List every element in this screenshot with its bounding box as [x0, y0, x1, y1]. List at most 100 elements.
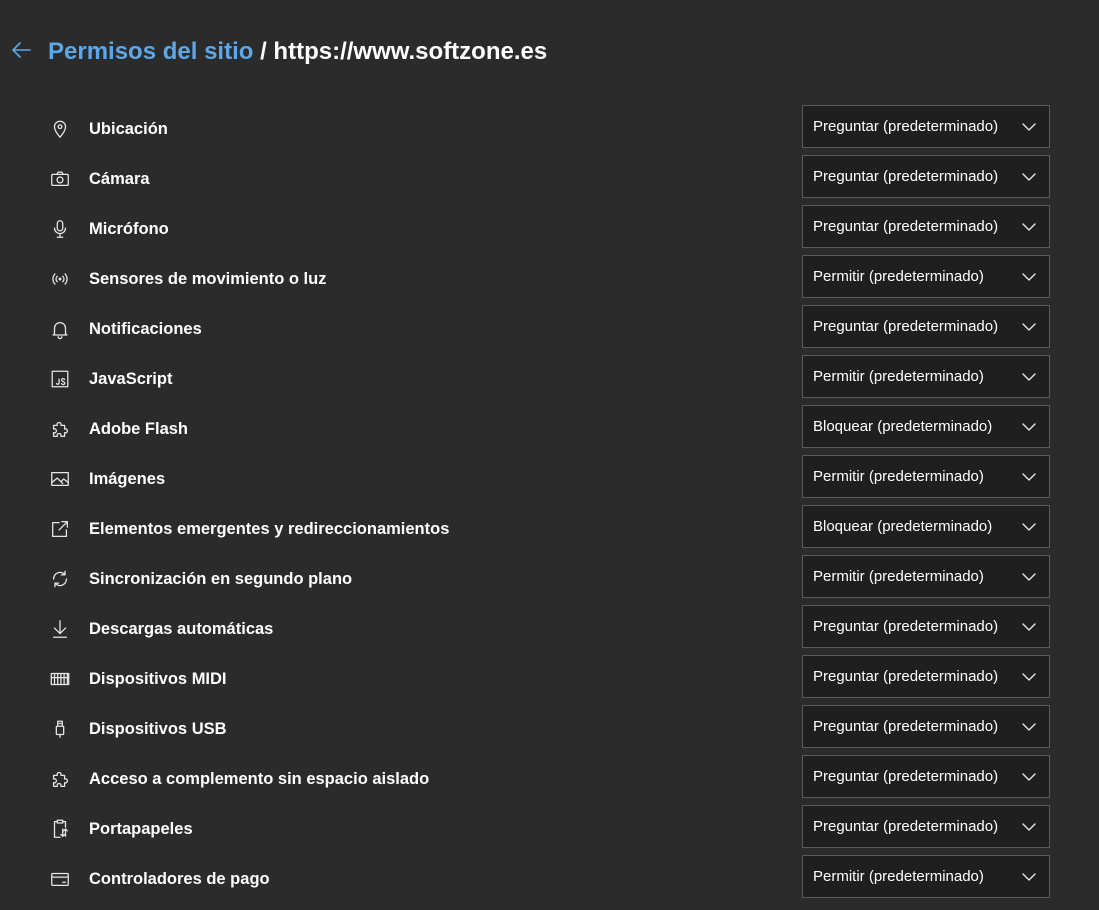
chevron-down-icon [1021, 170, 1037, 184]
permission-dropdown[interactable]: Bloquear (predeterminado) [802, 405, 1050, 448]
chevron-down-icon [1021, 470, 1037, 484]
chevron-down-icon [1021, 270, 1037, 284]
chevron-down-icon [1021, 770, 1037, 784]
permission-dropdown-value: Preguntar (predeterminado) [813, 818, 999, 835]
permission-label: Sensores de movimiento o luz [89, 269, 327, 288]
permission-label: Micrófono [89, 219, 169, 238]
permission-dropdown-value: Permitir (predeterminado) [813, 468, 984, 485]
permission-dropdown[interactable]: Preguntar (predeterminado) [802, 605, 1050, 648]
permission-dropdown-value: Permitir (predeterminado) [813, 568, 984, 585]
permission-row: Imágenes Permitir (predeterminado) [48, 454, 1050, 504]
permission-row: Ubicación Preguntar (predeterminado) [48, 104, 1050, 154]
download-icon [48, 617, 72, 641]
page-title: Permisos del sitio / https://www.softzon… [48, 38, 547, 66]
page-header: Permisos del sitio / https://www.softzon… [8, 34, 547, 70]
camera-icon [48, 167, 72, 191]
permission-dropdown[interactable]: Permitir (predeterminado) [802, 355, 1050, 398]
chevron-down-icon [1021, 670, 1037, 684]
back-button[interactable] [8, 39, 34, 65]
permission-dropdown-value: Preguntar (predeterminado) [813, 118, 999, 135]
permission-label: Acceso a complemento sin espacio aislado [89, 769, 430, 788]
chevron-down-icon [1021, 820, 1037, 834]
permission-row: Adobe Flash Bloquear (predeterminado) [48, 404, 1050, 454]
permission-row: Notificaciones Preguntar (predeterminado) [48, 304, 1050, 354]
arrow-left-icon [9, 38, 33, 67]
permission-dropdown[interactable]: Preguntar (predeterminado) [802, 655, 1050, 698]
javascript-icon [48, 367, 72, 391]
breadcrumb-site-permissions-link[interactable]: Permisos del sitio [48, 38, 253, 65]
permission-dropdown-value: Preguntar (predeterminado) [813, 318, 999, 335]
sync-icon [48, 567, 72, 591]
image-icon [48, 467, 72, 491]
permission-label: Adobe Flash [89, 419, 189, 438]
permission-dropdown[interactable]: Preguntar (predeterminado) [802, 805, 1050, 848]
permission-row: Dispositivos USB Preguntar (predeterminad… [48, 704, 1050, 754]
puzzle-icon [48, 767, 72, 791]
permission-label: Cámara [89, 169, 150, 188]
permission-label: Dispositivos MIDI [89, 669, 227, 688]
permission-dropdown-value: Preguntar (predeterminado) [813, 718, 999, 735]
permission-dropdown-value: Preguntar (predeterminado) [813, 618, 999, 635]
permission-dropdown[interactable]: Permitir (predeterminado) [802, 555, 1050, 598]
sensors-icon [48, 267, 72, 291]
permission-dropdown-value: Bloquear (predeterminado) [813, 418, 993, 435]
permissions-list: Ubicación Preguntar (predeterminado) Cámar… [48, 104, 1050, 904]
permission-row: Dispositivos MIDI Preguntar (predetermina… [48, 654, 1050, 704]
permission-dropdown[interactable]: Preguntar (predeterminado) [802, 705, 1050, 748]
chevron-down-icon [1021, 220, 1037, 234]
permission-label: Dispositivos USB [89, 719, 227, 738]
permission-dropdown-value: Permitir (predeterminado) [813, 868, 984, 885]
permission-row: Sincronización en segundo plano Permitir … [48, 554, 1050, 604]
permission-row: Elementos emergentes y redireccionamient… [48, 504, 1050, 554]
breadcrumb-separator: / [253, 38, 274, 65]
site-url: https://www.softzone.es [273, 38, 548, 65]
puzzle-icon [48, 417, 72, 441]
chevron-down-icon [1021, 120, 1037, 134]
chevron-down-icon [1021, 320, 1037, 334]
permission-label: Descargas automáticas [89, 619, 274, 638]
chevron-down-icon [1021, 620, 1037, 634]
microphone-icon [48, 217, 72, 241]
permission-label: Ubicación [89, 119, 168, 138]
permission-row: JavaScript Permitir (predeterminado) [48, 354, 1050, 404]
chevron-down-icon [1021, 570, 1037, 584]
permission-dropdown[interactable]: Permitir (predeterminado) [802, 455, 1050, 498]
permission-dropdown[interactable]: Preguntar (predeterminado) [802, 305, 1050, 348]
permission-label: Sincronización en segundo plano [89, 569, 353, 588]
permission-dropdown-value: Preguntar (predeterminado) [813, 668, 999, 685]
permission-dropdown[interactable]: Preguntar (predeterminado) [802, 105, 1050, 148]
piano-keyboard-icon [48, 667, 72, 691]
chevron-down-icon [1021, 370, 1037, 384]
permission-dropdown[interactable]: Permitir (predeterminado) [802, 255, 1050, 298]
permission-dropdown[interactable]: Preguntar (predeterminado) [802, 205, 1050, 248]
external-link-icon [48, 517, 72, 541]
site-permissions-page: Permisos del sitio / https://www.softzon… [0, 0, 1099, 910]
location-pin-icon [48, 117, 72, 141]
permission-row: Descargas automáticas Preguntar (predeter… [48, 604, 1050, 654]
permission-label: Portapapeles [89, 819, 193, 838]
chevron-down-icon [1021, 870, 1037, 884]
permission-row: Controladores de pago Permitir (predeterm… [48, 854, 1050, 904]
credit-card-icon [48, 867, 72, 891]
permission-dropdown[interactable]: Preguntar (predeterminado) [802, 155, 1050, 198]
permission-dropdown-value: Permitir (predeterminado) [813, 368, 984, 385]
permission-dropdown-value: Preguntar (predeterminado) [813, 168, 999, 185]
chevron-down-icon [1021, 420, 1037, 434]
permission-label: Imágenes [89, 469, 166, 488]
permission-label: JavaScript [89, 369, 173, 388]
permission-dropdown-value: Preguntar (predeterminado) [813, 768, 999, 785]
permission-row: Portapapeles Preguntar (predeterminado) [48, 804, 1050, 854]
usb-icon [48, 717, 72, 741]
permission-row: Sensores de movimiento o luz Permitir (pr… [48, 254, 1050, 304]
clipboard-icon [48, 817, 72, 841]
permission-label: Elementos emergentes y redireccionamient… [89, 519, 450, 538]
chevron-down-icon [1021, 720, 1037, 734]
permission-row: Cámara Preguntar (predeterminado) [48, 154, 1050, 204]
permission-dropdown-value: Bloquear (predeterminado) [813, 518, 993, 535]
permission-dropdown[interactable]: Permitir (predeterminado) [802, 855, 1050, 898]
bell-icon [48, 317, 72, 341]
permission-dropdown-value: Permitir (predeterminado) [813, 268, 984, 285]
permission-dropdown[interactable]: Preguntar (predeterminado) [802, 755, 1050, 798]
permission-dropdown-value: Preguntar (predeterminado) [813, 218, 999, 235]
permission-dropdown[interactable]: Bloquear (predeterminado) [802, 505, 1050, 548]
